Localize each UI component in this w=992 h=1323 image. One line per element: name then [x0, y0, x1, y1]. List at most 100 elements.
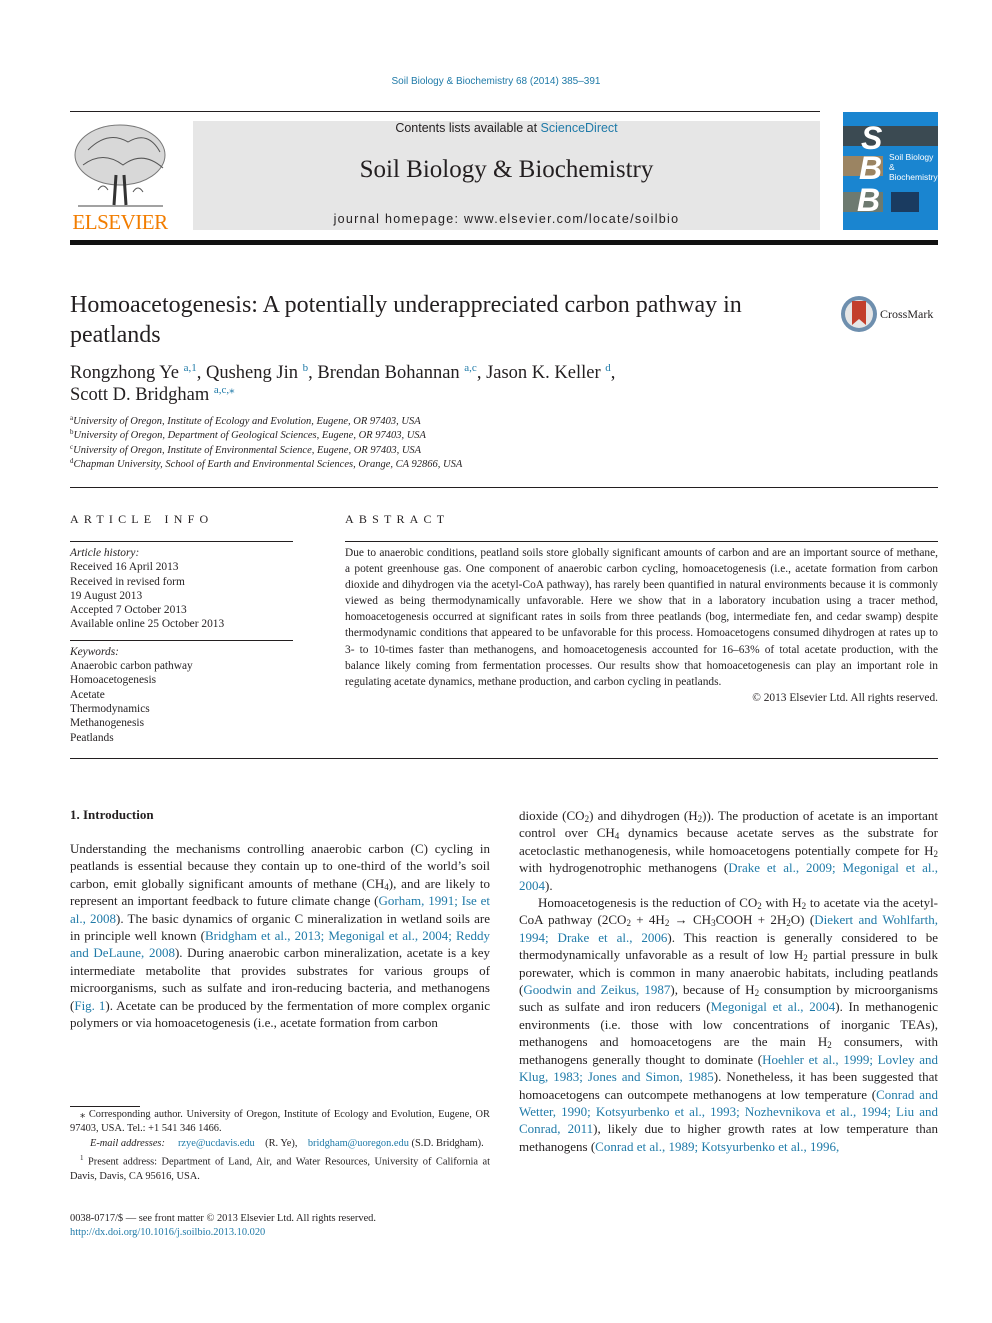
- subscript: 2: [664, 918, 670, 929]
- keyword: Anaerobic carbon pathway: [70, 660, 193, 673]
- abstract-heading: ABSTRACT: [345, 512, 450, 526]
- author-name: Brendan Bohannan: [317, 363, 460, 383]
- present-address-text: Present address: Department of Land, Air…: [70, 1156, 490, 1182]
- cover-title-line: Soil Biology &: [889, 152, 934, 172]
- author-affiliation-marks[interactable]: a,c,⁎: [214, 384, 235, 396]
- subscript: 2: [584, 814, 590, 824]
- author[interactable]: Qusheng Jin b: [205, 363, 308, 384]
- footnote-rule: [70, 1106, 140, 1107]
- article-title: Homoacetogenesis: A potentially underapp…: [70, 292, 742, 348]
- sciencedirect-link[interactable]: ScienceDirect: [541, 121, 618, 135]
- author-name: Rongzhong Ye: [70, 363, 179, 383]
- issn-line: 0038-0717/$ — see front matter © 2013 El…: [70, 1213, 376, 1224]
- footnote-mark: 1: [80, 1153, 84, 1162]
- citation-link[interactable]: Fig. 1: [74, 998, 105, 1013]
- keyword: Acetate: [70, 688, 105, 701]
- author-separator: ,: [196, 363, 206, 383]
- affiliation-text: Chapman University, School of Earth and …: [73, 458, 463, 470]
- history-item: Received in revised form: [70, 575, 185, 588]
- author-name: Qusheng Jin: [205, 363, 298, 383]
- keywords-label: Keywords:: [70, 645, 119, 658]
- affiliation-text: University of Oregon, Institute of Ecolo…: [73, 416, 421, 427]
- author-list: Rongzhong Ye a,1, Qusheng Jin b, Brendan…: [70, 362, 830, 406]
- abstract-rule: [345, 541, 938, 542]
- subscript: 2: [827, 1040, 832, 1051]
- affiliation-text: University of Oregon, Department of Geol…: [73, 430, 426, 442]
- citation-link[interactable]: Diekert and Wohlfarth, 1994; Drake et al…: [519, 912, 938, 944]
- keyword: Homoacetogenesis: [70, 674, 157, 687]
- cover-title-line: Biochemistry: [889, 172, 938, 182]
- affiliation-text: University of Oregon, Institute of Envir…: [73, 444, 422, 456]
- contents-prefix: Contents lists available at: [395, 121, 541, 135]
- author-affiliation-marks[interactable]: a,1: [184, 362, 197, 374]
- email-label: E-mail addresses:: [90, 1137, 165, 1149]
- email-owner: (R. Ye),: [265, 1137, 298, 1149]
- doi-link[interactable]: http://dx.doi.org/10.1016/j.soilbio.2013…: [70, 1226, 510, 1240]
- keywords-rule: [70, 639, 293, 641]
- author-name: Scott D. Bridgham: [70, 385, 210, 405]
- citation-link[interactable]: Conrad et al., 1989; Kotsyurbenko et al.…: [595, 1139, 839, 1154]
- subscript: 2: [757, 901, 762, 912]
- citation-link[interactable]: Hoehler et al., 1999; Lovley and Klug, 1…: [519, 1052, 938, 1084]
- author[interactable]: Brendan Bohannan a,c: [317, 362, 477, 384]
- author-name: Jason K. Keller: [486, 363, 601, 383]
- header-bottom-rule: [70, 240, 938, 245]
- article-info-rule: [70, 541, 293, 542]
- keyword: Peatlands: [70, 731, 114, 744]
- citation-link[interactable]: Gorham, 1991; Ise et al., 2008: [70, 893, 490, 925]
- email-link[interactable]: rzye@ucdavis.edu: [178, 1138, 255, 1149]
- crossmark-label: CrossMark: [880, 307, 934, 321]
- keyword: Methanogenesis: [70, 717, 145, 730]
- crossmark-button[interactable]: CrossMark: [840, 295, 940, 335]
- contents-line: Contents lists available at ScienceDirec…: [193, 121, 820, 135]
- author-separator: ,: [610, 363, 616, 383]
- intro-paragraph: Homoacetogenesis is the reduction of CO2…: [519, 895, 939, 1154]
- citation-link[interactable]: Bridgham et al., 2013; Megonigal et al.,…: [70, 928, 490, 960]
- history-item: Available online 25 October 2013: [70, 618, 225, 631]
- journal-citation[interactable]: Soil Biology & Biochemistry 68 (2014) 38…: [0, 76, 992, 87]
- present-address-note: 1 Present address: Department of Land, A…: [70, 1151, 490, 1184]
- journal-homepage[interactable]: journal homepage: www.elsevier.com/locat…: [193, 212, 820, 226]
- intro-paragraph: Understanding the mechanisms controlling…: [70, 841, 491, 1031]
- affiliation-list: aUniversity of Oregon, Institute of Ecol…: [70, 415, 770, 472]
- author[interactable]: Jason K. Keller d: [486, 363, 611, 384]
- email-link[interactable]: bridgham@uoregon.edu: [308, 1138, 409, 1149]
- subscript: 3: [711, 918, 716, 929]
- front-matter: 0038-0717/$ — see front matter © 2013 El…: [70, 1212, 510, 1241]
- citation-link[interactable]: Drake et al., 2009; Megonigal et al., 20…: [519, 860, 938, 892]
- subscript: 2: [626, 918, 631, 929]
- author-affiliation-marks[interactable]: a,c: [464, 362, 477, 374]
- introduction-heading: 1. Introduction: [70, 807, 154, 822]
- article-history: Article history: Received 16 April 2013 …: [70, 546, 293, 632]
- abstract-bottom-rule: [70, 758, 938, 759]
- cover-letter: B: [857, 182, 881, 218]
- crossmark-icon: [841, 296, 877, 332]
- affiliation: aUniversity of Oregon, Institute of Ecol…: [70, 415, 770, 429]
- affiliation: dChapman University, School of Earth and…: [70, 457, 770, 472]
- subscript: 2: [803, 953, 808, 964]
- history-item: Received 16 April 2013: [70, 561, 179, 574]
- history-item: 19 August 2013: [70, 589, 143, 602]
- email-owner: (S.D. Bridgham).: [411, 1137, 484, 1149]
- header-top-rule: [70, 111, 820, 112]
- article-info-heading: ARTICLE INFO: [70, 512, 214, 526]
- cover-letter: B: [859, 150, 883, 186]
- affiliations-rule: [70, 487, 938, 488]
- affiliation: cUniversity of Oregon, Institute of Envi…: [70, 443, 770, 458]
- subscript: 2: [754, 988, 760, 999]
- journal-cover-image: S B B Soil Biology & Biochemistry: [843, 112, 938, 230]
- author[interactable]: Scott D. Bridgham a,c,⁎: [70, 384, 235, 406]
- subscript: 2: [801, 901, 807, 912]
- author[interactable]: Rongzhong Ye a,1: [70, 362, 197, 384]
- cover-photo-strip: [891, 192, 919, 212]
- citation-link[interactable]: Goodwin and Zeikus, 1987: [523, 982, 670, 997]
- keyword: Thermodynamics: [70, 702, 150, 715]
- abstract-panel: ABSTRACT Due to anaerobic conditions, pe…: [345, 512, 938, 706]
- subscript: 4: [384, 881, 389, 892]
- journal-title: Soil Biology & Biochemistry: [359, 156, 654, 183]
- article-history-label: Article history:: [70, 547, 140, 559]
- intro-paragraph: dioxide (CO2) and dihydrogen (H2)). The …: [519, 808, 938, 893]
- keywords: Keywords: Anaerobic carbon pathway Homoa…: [70, 645, 293, 745]
- citation-link[interactable]: Conrad and Wetter, 1990; Kotsyurbenko et…: [519, 1087, 938, 1137]
- citation-link[interactable]: Megonigal et al., 2004: [711, 999, 836, 1014]
